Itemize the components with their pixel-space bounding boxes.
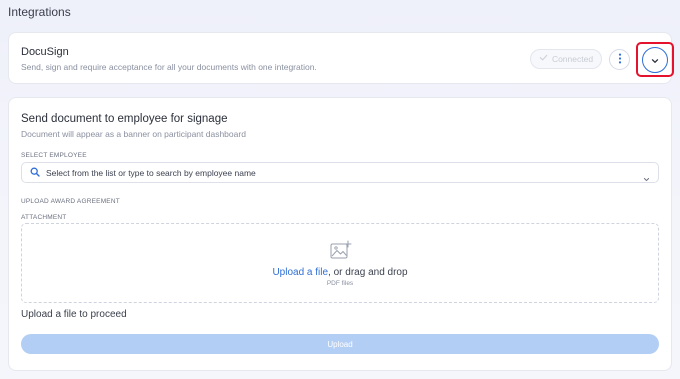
more-options-button[interactable] [609, 49, 630, 70]
upload-file-link[interactable]: Upload a file [272, 267, 328, 278]
file-dropzone[interactable]: Upload a file, or drag and drop PDF file… [21, 223, 659, 303]
select-employee-label: SELECT EMPLOYEE [21, 152, 87, 159]
upload-instructions: Upload a file, or drag and drop [22, 267, 658, 278]
check-icon [539, 53, 548, 65]
send-document-card: Send document to employee for signage Do… [8, 97, 672, 371]
employee-select[interactable]: Select from the list or type to search b… [21, 162, 659, 183]
more-vertical-icon [618, 51, 622, 69]
expand-button[interactable] [642, 47, 668, 73]
drag-drop-text: , or drag and drop [328, 267, 408, 278]
integration-card: DocuSign Send, sign and require acceptan… [8, 32, 674, 84]
chevron-down-icon [651, 51, 659, 69]
upload-award-agreement-label: UPLOAD AWARD AGREEMENT [21, 198, 120, 205]
integration-description: Send, sign and require acceptance for al… [21, 62, 317, 72]
connected-button[interactable]: Connected [530, 49, 602, 69]
proceed-text: Upload a file to proceed [21, 309, 127, 320]
upload-button[interactable]: Upload [21, 334, 659, 354]
search-icon [30, 164, 40, 182]
section-title: Send document to employee for signage [21, 113, 228, 125]
page-title: Integrations [8, 5, 71, 19]
section-subtitle: Document will appear as a banner on part… [21, 129, 246, 139]
file-type-hint: PDF files [326, 280, 354, 287]
image-add-icon [330, 240, 352, 265]
integration-name: DocuSign [21, 46, 69, 58]
connected-label: Connected [551, 54, 594, 64]
chevron-down-icon [643, 169, 650, 187]
employee-select-placeholder: Select from the list or type to search b… [46, 167, 256, 178]
attachment-label: ATTACHMENT [21, 214, 67, 221]
